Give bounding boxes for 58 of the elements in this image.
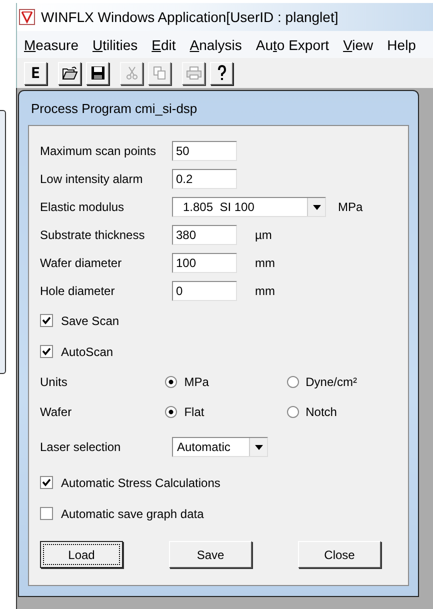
unit-label: mm xyxy=(255,256,275,270)
checkbox[interactable] xyxy=(40,476,53,489)
radio-button[interactable] xyxy=(165,376,178,388)
open-folder-icon xyxy=(62,66,78,80)
menu-item[interactable]: Auto Export xyxy=(248,36,336,52)
unit-label: MPa xyxy=(338,200,363,214)
checkbox-label: Automatic save graph data xyxy=(61,506,204,520)
menu-item[interactable]: Edit xyxy=(144,36,183,52)
app-logo-icon xyxy=(19,9,35,25)
dialog-button[interactable]: Close xyxy=(298,541,381,568)
toolbar-button[interactable] xyxy=(210,62,233,84)
printer-icon xyxy=(186,66,202,80)
menu-item[interactable]: Utilities xyxy=(85,36,145,52)
checkbox[interactable] xyxy=(40,507,53,520)
input-field[interactable]: 100 xyxy=(172,253,237,273)
field-label: Maximum scan points xyxy=(40,144,158,158)
unit-label: µm xyxy=(255,228,272,242)
checkbox[interactable] xyxy=(40,345,53,358)
checkbox[interactable] xyxy=(40,314,53,327)
input-field[interactable]: 50 xyxy=(172,141,237,161)
field-label: Substrate thickness xyxy=(40,228,146,242)
field-label: Wafer diameter xyxy=(40,256,123,270)
checkbox-label: Automatic Stress Calculations xyxy=(61,476,220,490)
dialog-button[interactable]: Load xyxy=(40,541,123,568)
input-field[interactable]: 0.2 xyxy=(172,169,237,189)
field-label: Hole diameter xyxy=(40,284,116,298)
field-label: Laser selection xyxy=(40,440,122,454)
dropdown[interactable]: 1.805 SI 100 xyxy=(172,197,326,217)
radio-label: MPa xyxy=(184,375,209,389)
checkbox-label: Save Scan xyxy=(61,314,120,328)
copy-pages-icon xyxy=(152,66,166,80)
radio-label: Flat xyxy=(184,405,204,419)
field-label: Elastic modulus xyxy=(40,200,126,214)
radio-button[interactable] xyxy=(165,406,178,418)
unit-label: mm xyxy=(255,284,275,298)
radio-button[interactable] xyxy=(286,406,299,418)
dialog-title: Process Program cmi_si-dsp xyxy=(30,100,198,118)
question-mark-icon xyxy=(216,65,228,81)
scissors-icon xyxy=(126,66,138,80)
radio-button[interactable] xyxy=(286,376,299,388)
menu-item[interactable]: Analysis xyxy=(182,36,249,52)
toolbar-button[interactable]: E xyxy=(24,62,47,84)
dropdown[interactable]: Automatic xyxy=(172,437,268,457)
checkbox-label: AutoScan xyxy=(61,344,114,358)
window-title: WINFLX Windows Application[UserID : planglet] xyxy=(41,9,338,25)
menu-item[interactable]: View xyxy=(336,36,380,52)
menu-item[interactable]: Help xyxy=(380,36,423,52)
input-field[interactable]: 380 xyxy=(172,225,237,245)
radio-label: Dyne/cm² xyxy=(306,375,357,389)
menu-item[interactable]: Measure xyxy=(17,36,86,52)
input-field[interactable]: 0 xyxy=(172,281,237,301)
toolbar-button[interactable] xyxy=(58,62,81,84)
dialog-button[interactable]: Save xyxy=(169,541,252,568)
field-label: Units xyxy=(40,375,68,389)
toolbar-button[interactable] xyxy=(86,62,109,84)
field-label: Low intensity alarm xyxy=(40,172,144,186)
radio-label: Notch xyxy=(306,405,337,419)
field-label: Wafer xyxy=(40,405,73,419)
